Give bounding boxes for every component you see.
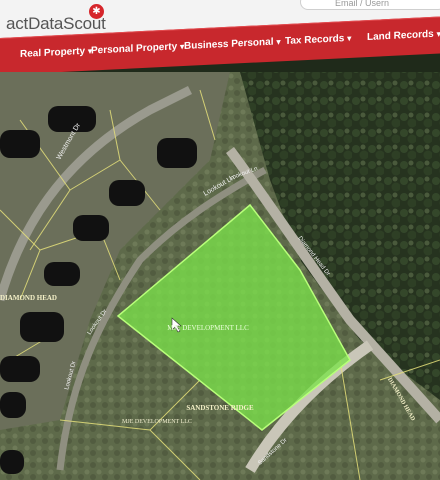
label-diamond-head-left: DIAMOND HEAD: [0, 294, 57, 302]
nav-tax-records[interactable]: Tax Records ▾: [285, 33, 351, 47]
label-owner-selected: MJE DEVELOPMENT LLC: [167, 324, 249, 332]
chevron-down-icon: ▾: [347, 33, 352, 44]
parcel-map[interactable]: MJE DEVELOPMENT LLC MJE DEVELOPMENT LLC …: [0, 72, 440, 480]
login-field[interactable]: Email / Usern: [300, 0, 440, 10]
label-owner-lower: MJE DEVELOPMENT LLC: [122, 419, 192, 425]
logo-mark-icon: ✱: [89, 4, 104, 19]
label-subdivision: SANDSTONE RIDGE: [186, 404, 254, 412]
nav-personal-property[interactable]: Personal Property ▾: [91, 41, 184, 56]
chevron-down-icon: ▾: [276, 37, 281, 47]
nav-business-personal[interactable]: Business Personal ▾: [184, 36, 281, 52]
nav-real-property[interactable]: Real Property ▾: [20, 45, 92, 60]
nav-land-records[interactable]: Land Records ▾: [367, 28, 440, 43]
